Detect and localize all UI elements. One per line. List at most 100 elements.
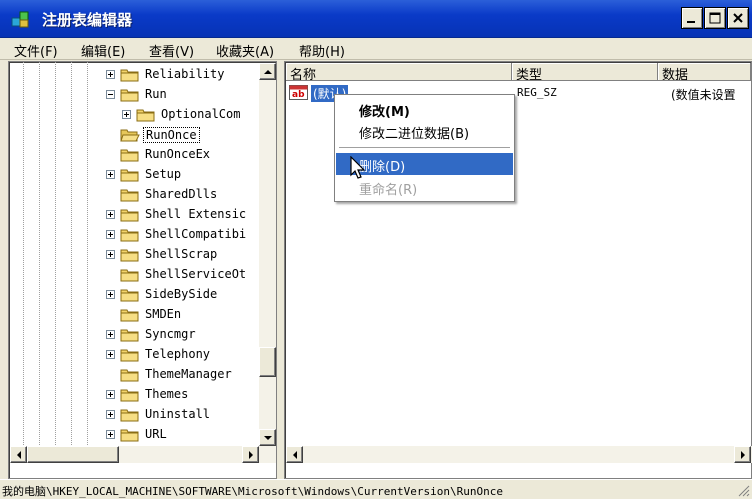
close-button[interactable]	[727, 7, 749, 29]
tree-item[interactable]: SideBySide	[9, 285, 257, 305]
maximize-button[interactable]	[704, 7, 726, 29]
tree-item-label: Setup	[145, 167, 182, 181]
tree-item-label: Syncmgr	[145, 327, 196, 341]
scroll-right-button[interactable]	[734, 446, 751, 463]
expand-icon[interactable]	[106, 330, 115, 339]
expand-icon[interactable]	[106, 170, 115, 179]
scroll-left-button[interactable]	[10, 446, 27, 463]
tree-item-label: SMDEn	[145, 307, 182, 321]
tree-item[interactable]: OptionalCom	[9, 105, 257, 125]
context-item-modify-binary[interactable]: 修改二进位数据(B)	[336, 120, 513, 142]
arrow-right-icon	[741, 451, 745, 459]
menu-favorites[interactable]: 收藏夹(A)	[216, 41, 274, 60]
tree-horizontal-scrollbar[interactable]	[10, 446, 276, 463]
folder-icon	[120, 209, 139, 222]
folder-icon	[120, 329, 139, 342]
value-type: REG_SZ	[517, 86, 557, 99]
tree-item[interactable]: ShellCompatibi	[9, 225, 257, 245]
folder-icon	[120, 169, 139, 182]
folder-icon	[120, 89, 139, 102]
tree-item-label: Themes	[145, 387, 189, 401]
tree-item-label: Uninstall	[145, 407, 211, 421]
menu-file[interactable]: 文件(F)	[14, 41, 58, 60]
tree-item[interactable]: Uninstall	[9, 405, 257, 425]
svg-text:ab: ab	[292, 90, 305, 100]
scroll-right-button[interactable]	[242, 446, 259, 463]
menu-edit[interactable]: 编辑(E)	[81, 41, 125, 60]
folder-icon	[120, 189, 139, 202]
expand-icon[interactable]	[122, 110, 131, 119]
menu-help[interactable]: 帮助(H)	[299, 41, 345, 60]
tree-item[interactable]: Shell Extensic	[9, 205, 257, 225]
expand-icon[interactable]	[106, 390, 115, 399]
tree-item[interactable]: SMDEn	[9, 305, 257, 325]
folder-icon	[120, 289, 139, 302]
context-item-label: 重命名(R)	[359, 183, 418, 198]
tree-item[interactable]: Themes	[9, 385, 257, 405]
arrow-right-icon	[249, 451, 253, 459]
tree-item[interactable]: Syncmgr	[9, 325, 257, 345]
tree-vertical-scrollbar[interactable]	[259, 63, 276, 446]
expand-icon[interactable]	[106, 290, 115, 299]
tree-item-label: SideBySide	[145, 287, 218, 301]
tree-item[interactable]: URL	[9, 425, 257, 445]
expand-icon[interactable]	[106, 410, 115, 419]
tree-item[interactable]: RunOnceEx	[9, 145, 257, 165]
arrow-left-icon	[293, 451, 297, 459]
title-bar[interactable]: 注册表编辑器	[0, 0, 752, 38]
column-header-type[interactable]: 类型	[512, 63, 658, 81]
registry-editor-icon	[11, 11, 29, 28]
tree-item[interactable]: RunOnce	[9, 125, 257, 145]
expand-icon[interactable]	[106, 70, 115, 79]
folder-icon	[120, 349, 139, 362]
string-value-icon: ab	[289, 85, 308, 100]
minimize-button[interactable]	[681, 7, 703, 29]
tree-item[interactable]: Telephony	[9, 345, 257, 365]
cursor-icon	[350, 156, 366, 179]
column-header-data[interactable]: 数据	[658, 63, 751, 81]
close-icon	[733, 13, 743, 23]
tree-item-label: Shell Extensic	[145, 207, 247, 221]
tree-item[interactable]: Reliability	[9, 65, 257, 85]
expand-icon[interactable]	[106, 230, 115, 239]
folder-icon	[120, 369, 139, 382]
tree-item-label: OptionalCom	[161, 107, 241, 121]
scroll-up-button[interactable]	[259, 63, 276, 80]
folder-icon	[120, 429, 139, 442]
collapse-icon[interactable]	[106, 90, 115, 99]
tree-item[interactable]: SharedDlls	[9, 185, 257, 205]
list-horizontal-scrollbar[interactable]	[286, 446, 752, 463]
folder-icon	[120, 409, 139, 422]
column-header-name[interactable]: 名称	[286, 63, 512, 81]
tree-item-label: Run	[145, 87, 167, 101]
key-tree-pane[interactable]: Reliability Run OptionalCom RunOnce RunOnceE…	[8, 61, 277, 479]
context-item-label: 修改(M)	[359, 105, 410, 120]
menu-view[interactable]: 查看(V)	[149, 41, 194, 60]
maximize-icon	[709, 12, 721, 24]
tree-item[interactable]: ThemeManager	[9, 365, 257, 385]
expand-icon[interactable]	[106, 350, 115, 359]
folder-icon	[120, 149, 139, 162]
tree-item[interactable]: Setup	[9, 165, 257, 185]
tree-item-label: SharedDlls	[145, 187, 218, 201]
tree-item-label: RunOnce	[143, 127, 200, 143]
tree-item-label: Telephony	[145, 347, 211, 361]
resize-grip-icon[interactable]	[737, 484, 750, 497]
scroll-thumb[interactable]	[27, 446, 119, 463]
tree-item[interactable]: ShellScrap	[9, 245, 257, 265]
menu-bar: 文件(F) 编辑(E) 查看(V) 收藏夹(A) 帮助(H)	[0, 38, 752, 60]
expand-icon[interactable]	[106, 430, 115, 439]
folder-icon	[120, 309, 139, 322]
tree-item-label: ShellServiceOt	[145, 267, 247, 281]
tree-item-label: ThemeManager	[145, 367, 232, 381]
tree-item[interactable]: Run	[9, 85, 257, 105]
scroll-left-button[interactable]	[286, 446, 303, 463]
expand-icon[interactable]	[106, 250, 115, 259]
scroll-thumb[interactable]	[259, 347, 276, 377]
arrow-up-icon	[264, 70, 272, 74]
context-item-modify[interactable]: 修改(M)	[336, 98, 513, 120]
tree-item-label: ShellScrap	[145, 247, 218, 261]
tree-item[interactable]: ShellServiceOt	[9, 265, 257, 285]
expand-icon[interactable]	[106, 210, 115, 219]
scroll-down-button[interactable]	[259, 429, 276, 446]
